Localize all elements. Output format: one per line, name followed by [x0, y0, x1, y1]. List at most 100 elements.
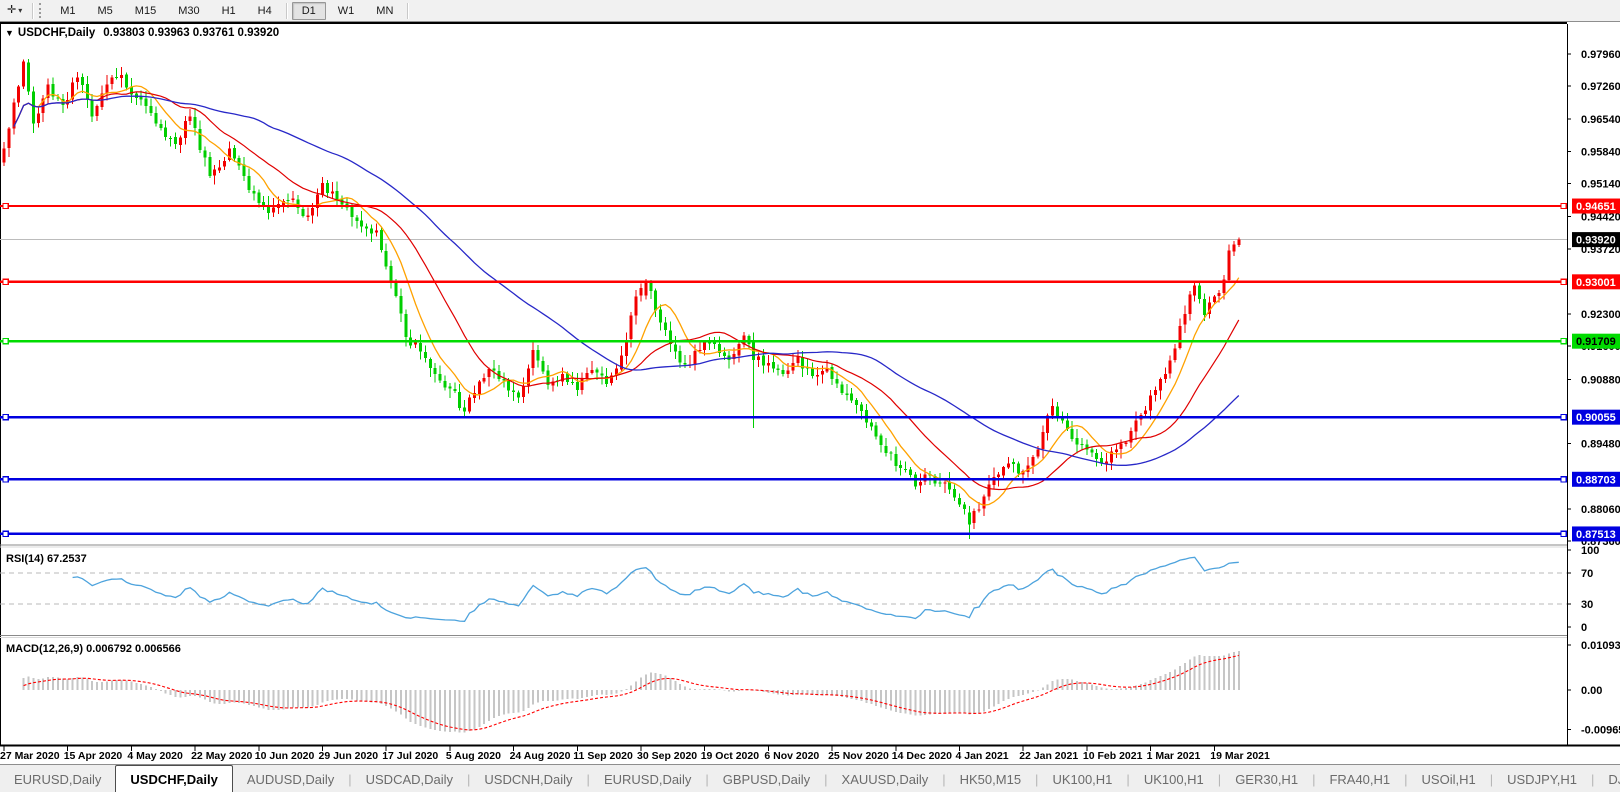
crosshair-tool-icon: ✛: [7, 5, 16, 16]
chart-tab-uk100-h1[interactable]: UK100,H1: [1038, 765, 1126, 792]
svg-text:0.96540: 0.96540: [1581, 114, 1620, 126]
timeframe-button-group: M1M5M15M30H1H4 D1W1MN: [49, 0, 404, 21]
svg-text:70: 70: [1581, 568, 1593, 580]
chart-tab-xauusd-daily[interactable]: XAUUSD,Daily: [828, 765, 943, 792]
svg-text:0.91709: 0.91709: [1576, 336, 1616, 348]
line-handle: [3, 477, 8, 482]
rsi-axis: 100 70 30 0: [1567, 545, 1599, 634]
chart-tab-uk100-h1[interactable]: UK100,H1: [1130, 765, 1218, 792]
timeframe-button-h4[interactable]: H4: [248, 2, 282, 20]
chart-tab-usdjpy-h1[interactable]: USDJPY,H1: [1493, 765, 1591, 792]
timeframe-button-w1[interactable]: W1: [328, 2, 365, 20]
ma-fast-line: [14, 86, 1239, 505]
top-toolbar: ✛ ▾ M1M5M15M30H1H4 D1W1MN: [0, 0, 1620, 22]
svg-text:0.88703: 0.88703: [1576, 474, 1616, 486]
rsi-indicator-label: RSI(14) 67.2537: [6, 553, 87, 565]
cursor-tool-button[interactable]: ✛ ▾: [0, 0, 29, 21]
chart-tab-audusd-daily[interactable]: AUDUSD,Daily: [233, 765, 348, 792]
price-badge-0.91709: 0.91709: [1572, 334, 1620, 349]
line-handle: [3, 415, 8, 420]
timeframe-button-m15[interactable]: M15: [125, 2, 166, 20]
line-handle: [1561, 203, 1566, 208]
svg-text:22 May 2020: 22 May 2020: [191, 750, 252, 762]
svg-text:0.010933: 0.010933: [1581, 640, 1620, 652]
toolbar-divider: [286, 3, 288, 19]
svg-text:0: 0: [1581, 622, 1587, 634]
svg-text:5 Aug 2020: 5 Aug 2020: [446, 750, 501, 762]
svg-text:22 Jan 2021: 22 Jan 2021: [1019, 750, 1078, 762]
line-handle: [1561, 279, 1566, 284]
price-badge-0.88703: 0.88703: [1572, 472, 1620, 487]
chart-tab-dj30-weekly[interactable]: DJ30,Weekly: [1594, 765, 1620, 792]
svg-text:0.88060: 0.88060: [1581, 504, 1620, 516]
svg-text:1 Mar 2021: 1 Mar 2021: [1147, 750, 1201, 762]
toolbar-divider: [32, 3, 34, 19]
chart-tab-bar: EURUSD,DailyUSDCHF,DailyAUDUSD,Daily|USD…: [0, 764, 1620, 792]
chart-tab-ger30-h1[interactable]: GER30,H1: [1221, 765, 1312, 792]
price-badge-0.93920: 0.93920: [1572, 232, 1620, 247]
chart-canvas[interactable]: 0.979600.972600.965400.958400.951400.944…: [0, 22, 1620, 764]
chart-tab-usdchf-daily[interactable]: USDCHF,Daily: [115, 765, 232, 792]
line-handle: [1561, 415, 1566, 420]
timeframe-button-d1[interactable]: D1: [292, 2, 326, 20]
svg-text:0.97260: 0.97260: [1581, 81, 1620, 93]
svg-text:24 Aug 2020: 24 Aug 2020: [510, 750, 571, 762]
line-handle: [1561, 531, 1566, 536]
chart-symbol-label: USDCHF,Daily: [18, 27, 95, 39]
chart-tab-usdcad-daily[interactable]: USDCAD,Daily: [352, 765, 467, 792]
svg-text:17 Jul 2020: 17 Jul 2020: [382, 750, 438, 762]
chart-tab-eurusd-daily[interactable]: EURUSD,Daily: [590, 765, 705, 792]
chart-tab-gbpusd-daily[interactable]: GBPUSD,Daily: [709, 765, 824, 792]
chart-tab-hk50-m15[interactable]: HK50,M15: [946, 765, 1035, 792]
line-handle: [1561, 339, 1566, 344]
price-badge-0.94651: 0.94651: [1572, 199, 1620, 214]
svg-text:14 Dec 2020: 14 Dec 2020: [892, 750, 952, 762]
timeframe-button-m1[interactable]: M1: [50, 2, 85, 20]
timeframe-button-mn[interactable]: MN: [366, 2, 403, 20]
ma-mid-line: [14, 92, 1239, 490]
line-handle: [3, 531, 8, 536]
svg-text:0.90055: 0.90055: [1576, 412, 1616, 424]
timeframe-button-m30[interactable]: M30: [168, 2, 209, 20]
svg-text:10 Jun 2020: 10 Jun 2020: [255, 750, 315, 762]
rsi-levels: [0, 573, 1567, 604]
svg-text:0.87513: 0.87513: [1576, 529, 1616, 541]
svg-text:11 Sep 2020: 11 Sep 2020: [573, 750, 633, 762]
svg-text:0.95140: 0.95140: [1581, 179, 1620, 191]
svg-text:30 Sep 2020: 30 Sep 2020: [637, 750, 697, 762]
svg-text:0.92300: 0.92300: [1581, 309, 1620, 321]
timeframe-button-h1[interactable]: H1: [212, 2, 246, 20]
macd-indicator-label: MACD(12,26,9) 0.006792 0.006566: [6, 643, 181, 655]
rsi-line: [73, 557, 1239, 621]
line-handle: [3, 279, 8, 284]
svg-text:27 Mar 2020: 27 Mar 2020: [0, 750, 60, 762]
line-handle: [3, 203, 8, 208]
svg-text:0.93920: 0.93920: [1576, 235, 1616, 247]
svg-text:100: 100: [1581, 545, 1599, 557]
svg-text:29 Jun 2020: 29 Jun 2020: [319, 750, 379, 762]
chart-tab-fra40-h1[interactable]: FRA40,H1: [1315, 765, 1404, 792]
svg-text:19 Oct 2020: 19 Oct 2020: [701, 750, 760, 762]
dropdown-caret-icon: ▾: [18, 6, 22, 15]
price-badge-0.87513: 0.87513: [1572, 526, 1620, 541]
chart-tab-usoil-h1[interactable]: USOil,H1: [1408, 765, 1490, 792]
chart-tab-usdcnh-daily[interactable]: USDCNH,Daily: [470, 765, 586, 792]
svg-text:15 Apr 2020: 15 Apr 2020: [64, 750, 123, 762]
svg-text:0.95840: 0.95840: [1581, 146, 1620, 158]
svg-text:0.89480: 0.89480: [1581, 439, 1620, 451]
svg-text:0.93001: 0.93001: [1576, 277, 1616, 289]
svg-text:19 Mar 2021: 19 Mar 2021: [1210, 750, 1270, 762]
toolbar-divider: [407, 3, 409, 19]
chart-ohlc-values: 0.93803 0.93963 0.93761 0.93920: [103, 27, 279, 39]
toolbar-grip[interactable]: [39, 3, 44, 18]
price-badge-0.93001: 0.93001: [1572, 274, 1620, 289]
line-handle: [1561, 477, 1566, 482]
svg-text:0.97960: 0.97960: [1581, 49, 1620, 61]
chart-collapse-icon[interactable]: ▼: [5, 28, 14, 38]
svg-text:0.00: 0.00: [1581, 685, 1602, 697]
time-axis: 27 Mar 202015 Apr 20204 May 202022 May 2…: [0, 746, 1620, 763]
svg-text:30: 30: [1581, 599, 1593, 611]
chart-tab-eurusd-daily[interactable]: EURUSD,Daily: [0, 765, 115, 792]
mt4-window: ✛ ▾ M1M5M15M30H1H4 D1W1MN ▼ USDCHF,Daily 0.…: [0, 0, 1620, 792]
timeframe-button-m5[interactable]: M5: [88, 2, 123, 20]
